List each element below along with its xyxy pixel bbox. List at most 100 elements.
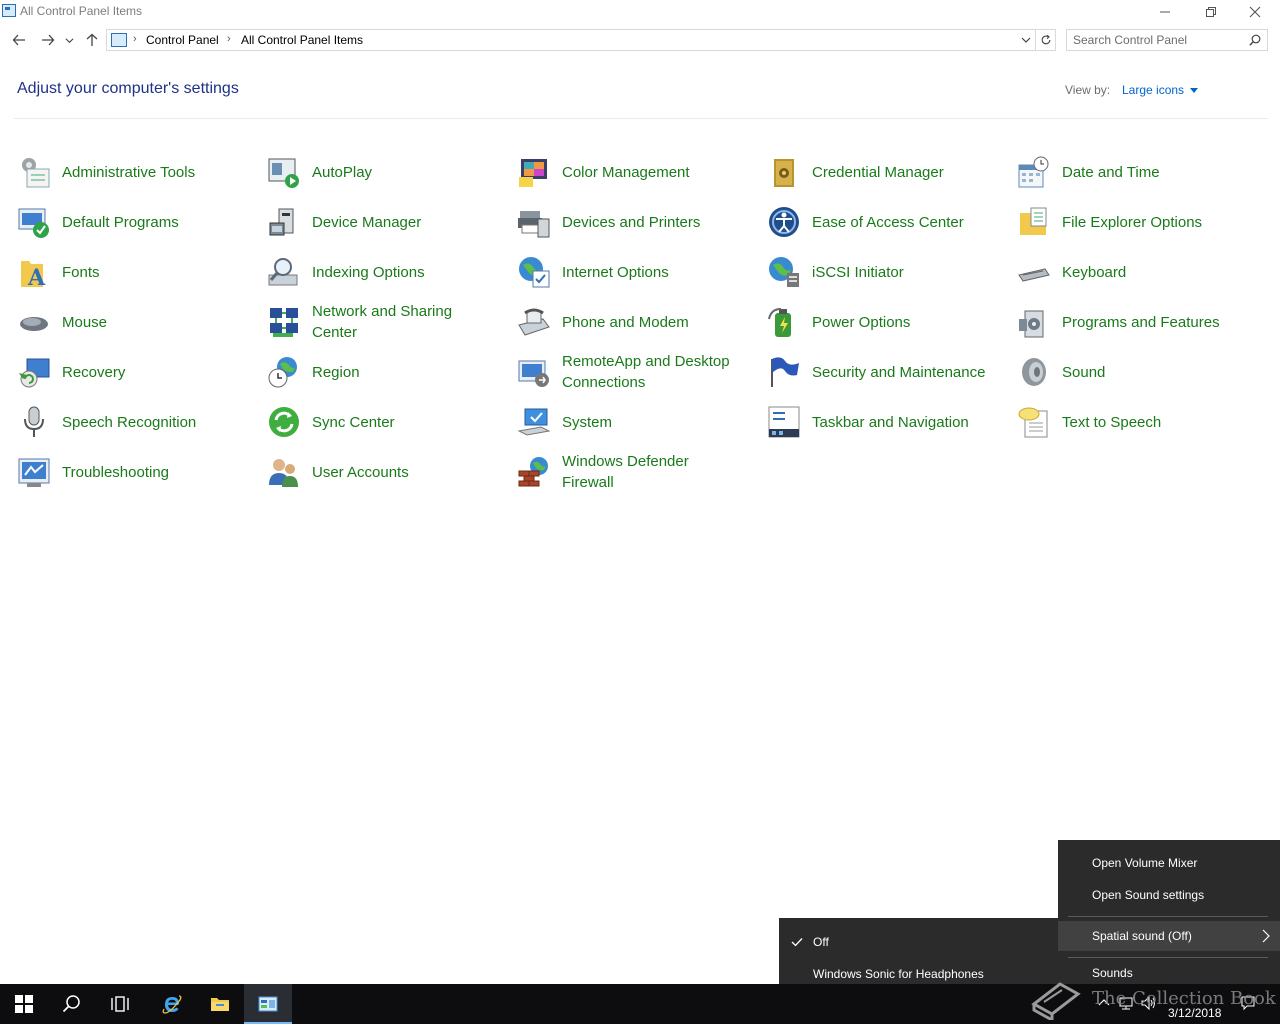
view-by-dropdown[interactable]: Large icons [1122,83,1199,97]
item-ease-of-access-center[interactable]: Ease of Access Center [767,200,1007,244]
item-user-accounts[interactable]: User Accounts [267,450,507,494]
search-icon[interactable] [1249,34,1261,46]
address-history-button[interactable] [1019,32,1033,48]
item-device-manager[interactable]: Device Manager [267,200,507,244]
header-divider [14,118,1268,119]
control-panel-icon [258,996,278,1012]
item-label: Recovery [62,363,126,381]
taskbar-navigation-icon [768,406,800,438]
menu-item-spatial-sound[interactable]: Spatial sound (Off) [1058,921,1280,951]
item-autoplay[interactable]: AutoPlay [267,150,507,194]
close-icon [1249,6,1261,18]
item-mouse[interactable]: Mouse [17,300,257,344]
checkmark-icon [791,938,803,947]
item-security-and-maintenance[interactable]: Security and Maintenance [767,350,1007,394]
item-administrative-tools[interactable]: Administrative Tools [17,150,257,194]
item-text-to-speech[interactable]: Text to Speech [1017,400,1257,444]
item-label: System [562,413,613,431]
file-explorer-button[interactable] [196,984,244,1024]
item-keyboard[interactable]: Keyboard [1017,250,1257,294]
item-speech-recognition[interactable]: Speech Recognition [17,400,257,444]
item-label: Power Options [812,313,911,331]
item-label: Devices and Printers [562,213,701,231]
keyboard-icon [1018,268,1050,282]
item-recovery[interactable]: Recovery [17,350,257,394]
address-bar[interactable]: › Control Panel › All Control Panel Item… [106,29,1036,51]
arrow-up-icon [86,33,98,46]
item-credential-manager[interactable]: Credential Manager [767,150,1007,194]
menu-item-off[interactable]: Off [779,927,1059,957]
forward-button[interactable] [39,31,57,49]
search-icon [62,995,80,1013]
up-button[interactable] [83,31,101,49]
menu-separator [1068,957,1268,958]
menu-item-open-volume-mixer[interactable]: Open Volume Mixer [1058,848,1280,878]
internet-explorer-button[interactable] [148,984,196,1024]
phone-modem-icon [518,308,550,336]
taskbar-search-button[interactable] [48,984,96,1024]
item-label: Color Management [562,163,690,181]
start-button[interactable] [0,984,48,1024]
item-fonts[interactable]: A Fonts [17,250,257,294]
item-default-programs[interactable]: Default Programs [17,200,257,244]
item-sync-center[interactable]: Sync Center [267,400,507,444]
item-label: Date and Time [1062,163,1160,181]
window-title: All Control Panel Items [20,4,143,18]
control-panel-icon [2,4,16,17]
menu-item-open-sound-settings[interactable]: Open Sound settings [1058,880,1280,910]
item-label: Text to Speech [1062,413,1162,431]
item-phone-and-modem[interactable]: Phone and Modem [517,300,757,344]
item-sound[interactable]: Sound [1017,350,1257,394]
back-button[interactable] [10,31,28,49]
item-iscsi-initiator[interactable]: iSCSI Initiator [767,250,1007,294]
search-input[interactable] [1073,32,1243,48]
view-by-value: Large icons [1122,83,1185,97]
item-power-options[interactable]: Power Options [767,300,1007,344]
item-label: Mouse [62,313,108,331]
control-panel-taskbar-button[interactable] [244,984,292,1024]
item-network-and-sharing-center[interactable]: Network and Sharing Center [267,300,507,344]
item-remoteapp[interactable]: RemoteApp and Desktop Connections [517,350,757,394]
breadcrumb-separator-icon[interactable]: › [227,33,231,45]
search-box[interactable] [1066,29,1268,51]
item-system[interactable]: System [517,400,757,444]
minimize-icon [1160,11,1170,13]
item-color-management[interactable]: Color Management [517,150,757,194]
item-label: Fonts [62,263,100,281]
item-label: Ease of Access Center [812,213,964,231]
item-date-and-time[interactable]: Date and Time [1017,150,1257,194]
breadcrumb-control-panel[interactable]: Control Panel [146,33,219,47]
close-button[interactable] [1232,0,1278,24]
watermark-text: The Collection Book [1092,988,1276,1009]
item-taskbar-and-navigation[interactable]: Taskbar and Navigation [767,400,1007,444]
item-label: Speech Recognition [62,413,197,431]
mouse-icon [20,317,48,331]
item-programs-and-features[interactable]: Programs and Features [1017,300,1257,344]
iscsi-initiator-icon [769,257,799,287]
restore-button[interactable] [1188,0,1234,24]
chevron-down-icon [65,37,73,43]
item-internet-options[interactable]: Internet Options [517,250,757,294]
item-label: Taskbar and Navigation [812,413,969,431]
refresh-button[interactable] [1036,29,1056,51]
item-devices-and-printers[interactable]: Devices and Printers [517,200,757,244]
fonts-icon: A [21,261,46,289]
recent-locations-button[interactable] [63,31,75,49]
minimize-button[interactable] [1142,0,1188,24]
item-file-explorer-options[interactable]: File Explorer Options [1017,200,1257,244]
item-windows-defender-firewall[interactable]: Windows Defender Firewall [517,450,757,494]
breadcrumb-separator-icon[interactable]: › [133,33,137,45]
item-label: Default Programs [62,213,179,231]
autoplay-icon [268,158,299,188]
troubleshooting-icon [18,458,50,487]
item-label: User Accounts [312,463,409,481]
ease-of-access-icon [769,207,799,237]
menu-item-sounds[interactable]: Sounds [1058,962,1280,984]
item-region[interactable]: Region [267,350,507,394]
region-icon [268,357,297,388]
breadcrumb-all-items[interactable]: All Control Panel Items [241,33,363,47]
item-indexing-options[interactable]: Indexing Options [267,250,507,294]
menu-item-label: Open Sound settings [1092,888,1205,902]
task-view-button[interactable] [96,984,144,1024]
item-troubleshooting[interactable]: Troubleshooting [17,450,257,494]
